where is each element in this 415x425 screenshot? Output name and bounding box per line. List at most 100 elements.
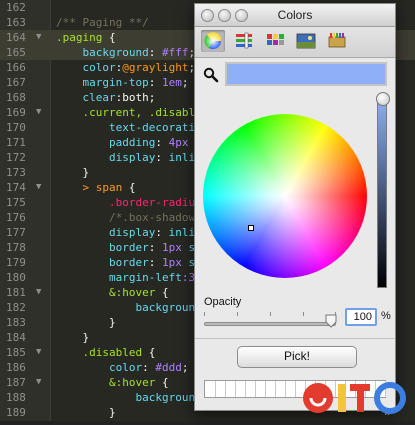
code-token: .current, .disable	[56, 106, 202, 119]
color-sliders-icon[interactable]	[232, 30, 256, 52]
title-bar[interactable]: Colors	[195, 4, 395, 27]
code-token: :	[142, 361, 156, 374]
opacity-tick	[204, 312, 205, 316]
code-token: background	[56, 46, 149, 59]
code-token: {	[148, 346, 156, 359]
pick-button[interactable]: Pick!	[237, 346, 357, 368]
line-number: 173	[6, 166, 26, 179]
code-token: padding	[56, 136, 156, 149]
crayons-icon[interactable]	[325, 30, 349, 52]
color-wheel[interactable]	[203, 114, 367, 278]
opacity-knob[interactable]	[325, 314, 337, 328]
line-number: 189	[6, 406, 26, 419]
opacity-label: Opacity	[204, 296, 242, 308]
line-number: 165	[6, 46, 26, 59]
code-text: backgroun	[56, 390, 195, 405]
code-text: margin-left:3	[56, 270, 195, 285]
color-palettes-icon[interactable]	[263, 30, 287, 52]
line-number: 183	[6, 316, 26, 329]
divider	[195, 338, 395, 339]
line-number: 172	[6, 151, 26, 164]
code-text: .paging {	[56, 30, 116, 45]
image-palettes-icon[interactable]	[294, 30, 318, 52]
selected-color-swatch[interactable]	[225, 62, 387, 86]
code-token: &:hover	[56, 286, 162, 299]
code-token: display	[56, 151, 156, 164]
magnifier-icon[interactable]	[203, 67, 219, 83]
fold-arrow-icon[interactable]: ▼	[36, 375, 41, 390]
code-token: 1px	[161, 256, 182, 269]
line-number: 169	[6, 106, 26, 119]
code-token: 4px	[168, 136, 189, 149]
line-number: 188	[6, 391, 26, 404]
fold-arrow-icon[interactable]: ▼	[36, 285, 41, 300]
code-token: border	[56, 256, 149, 269]
line-number: 182	[6, 301, 26, 314]
code-token: /*.box-shadow	[56, 211, 196, 224]
code-text: > span {	[56, 180, 136, 195]
line-number: 177	[6, 226, 26, 239]
opacity-tick	[303, 312, 304, 316]
hue-saturation-wheel[interactable]	[203, 114, 367, 278]
opacity-input[interactable]: 100	[345, 308, 377, 326]
line-number: 187	[6, 376, 26, 389]
code-token: :both;	[115, 91, 156, 104]
fold-arrow-icon[interactable]: ▼	[36, 180, 41, 195]
window-title: Colors	[277, 8, 313, 22]
code-token: &:hover	[56, 376, 162, 389]
code-token: .paging	[56, 31, 109, 44]
code-token: inli	[168, 226, 196, 239]
code-text: .disabled {	[56, 345, 155, 360]
code-token: > span	[82, 181, 129, 194]
color-mode-toolbar	[195, 27, 395, 58]
fold-arrow-icon[interactable]: ▼	[36, 345, 41, 360]
code-token: :	[148, 46, 162, 59]
code-token: #ddd	[155, 361, 182, 374]
code-token: :	[148, 241, 162, 254]
code-token: ;	[181, 76, 189, 89]
brightness-slider[interactable]	[377, 96, 387, 288]
code-token: {	[108, 31, 116, 44]
code-text: color: #ddd;	[56, 360, 189, 375]
colors-panel: Colors Opacity 100 % Pick!	[194, 3, 396, 416]
code-token: 1em	[161, 76, 182, 89]
code-token: .border-radiu	[56, 196, 196, 209]
code-token: }	[56, 331, 90, 344]
code-token: ;	[181, 361, 189, 374]
code-text: margin-top: 1em;	[56, 75, 188, 90]
code-text: display: inli	[56, 225, 195, 240]
code-text: }	[56, 315, 116, 330]
code-token: margin-left	[56, 271, 182, 284]
code-token: :	[155, 226, 169, 239]
code-text: }	[56, 165, 89, 180]
code-text: }	[56, 330, 89, 345]
code-token: text-decoratio	[56, 121, 202, 134]
brightness-knob[interactable]	[376, 92, 390, 106]
line-number: 181	[6, 286, 26, 299]
code-token: 1px	[161, 241, 182, 254]
line-number: 171	[6, 136, 26, 149]
line-number: 178	[6, 241, 26, 254]
code-text: border: 1px s	[56, 255, 195, 270]
line-number: 184	[6, 331, 26, 344]
code-token: }	[56, 316, 116, 329]
code-text: display: inlin	[56, 150, 202, 165]
line-number: 179	[6, 256, 26, 269]
code-token: color	[56, 61, 116, 74]
code-token: @graylight	[122, 61, 189, 74]
line-number: 185	[6, 346, 26, 359]
line-number: 170	[6, 121, 26, 134]
code-token: border	[56, 241, 149, 254]
color-wheel-icon[interactable]	[201, 30, 225, 52]
line-number: 166	[6, 61, 26, 74]
wheel-cursor[interactable]	[248, 225, 254, 231]
fold-arrow-icon[interactable]: ▼	[36, 105, 41, 120]
code-token: :	[148, 76, 162, 89]
opacity-slider[interactable]	[204, 322, 336, 326]
code-text: text-decoratio	[56, 120, 202, 135]
line-number: 176	[6, 211, 26, 224]
line-number: 175	[6, 196, 26, 209]
code-text: padding: 4px	[56, 135, 189, 150]
fold-arrow-icon[interactable]: ▼	[36, 30, 41, 45]
code-text: &:hover {	[56, 375, 169, 390]
